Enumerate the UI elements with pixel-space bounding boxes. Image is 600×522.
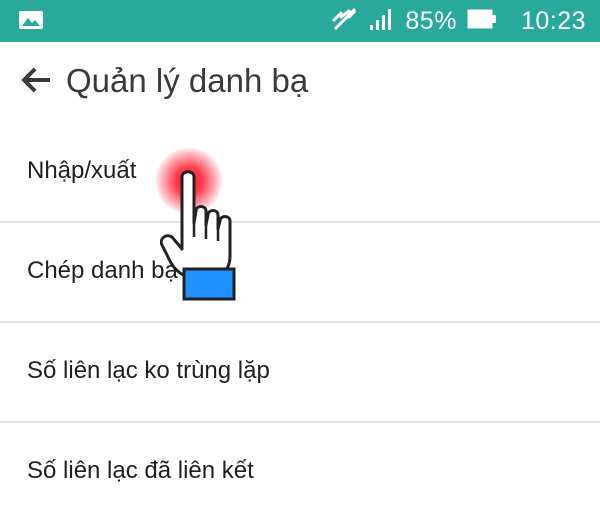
list-item-import-export[interactable]: Nhập/xuất bbox=[0, 123, 600, 223]
list-item-linked-contacts[interactable]: Số liên lạc đã liên kết bbox=[0, 423, 600, 522]
list-item-label: Nhập/xuất bbox=[27, 157, 137, 184]
image-icon bbox=[18, 9, 44, 31]
app-bar: Quản lý danh bạ bbox=[0, 42, 600, 126]
mute-icon bbox=[329, 5, 359, 38]
status-bar: 85% 10:23 bbox=[0, 0, 600, 42]
battery-icon bbox=[467, 9, 497, 34]
arrow-left-icon bbox=[21, 67, 50, 93]
list-item-label: Số liên lạc ko trùng lặp bbox=[27, 357, 270, 384]
back-button[interactable] bbox=[18, 66, 58, 106]
signal-icon bbox=[369, 7, 395, 36]
phone-screen: 85% 10:23 Quản lý danh bạ Nhập/xuất Chép… bbox=[0, 0, 600, 522]
list-item-unique-contacts[interactable]: Số liên lạc ko trùng lặp bbox=[0, 323, 600, 423]
menu-list: Nhập/xuất Chép danh bạ Số liên lạc ko tr… bbox=[0, 123, 600, 522]
list-item-label: Số liên lạc đã liên kết bbox=[27, 457, 254, 484]
page-title: Quản lý danh bạ bbox=[66, 62, 309, 99]
list-item-copy-contacts[interactable]: Chép danh bạ bbox=[0, 223, 600, 323]
list-item-label: Chép danh bạ bbox=[27, 257, 178, 284]
status-right-group: 85% 10:23 bbox=[329, 0, 586, 42]
status-clock: 10:23 bbox=[520, 6, 586, 35]
battery-percent: 85% bbox=[405, 6, 457, 35]
